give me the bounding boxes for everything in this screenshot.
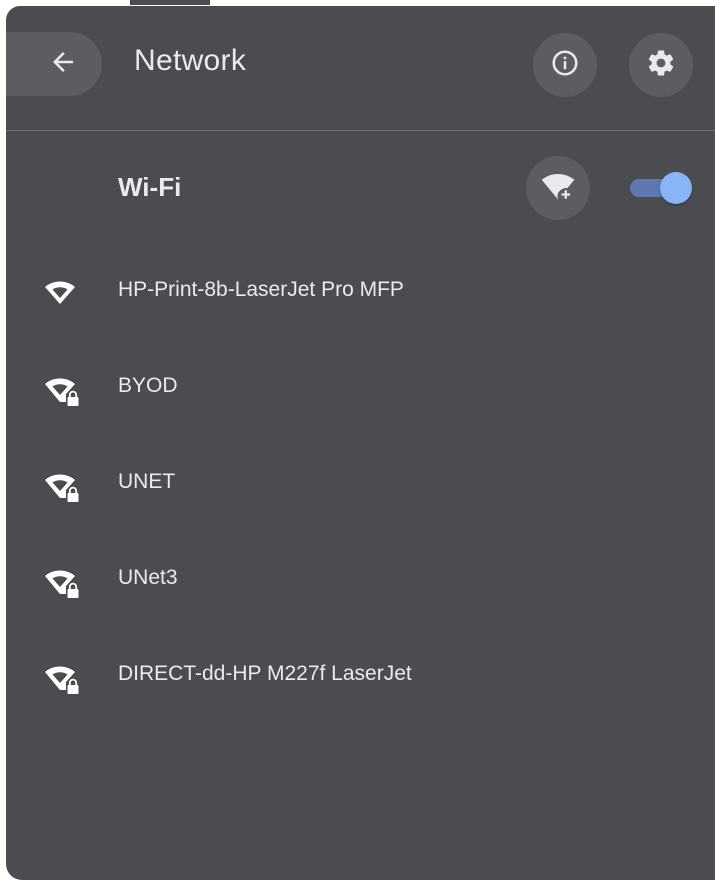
add-wifi-icon — [541, 169, 575, 208]
wifi-lock-icon — [44, 468, 84, 506]
back-button[interactable] — [6, 32, 102, 96]
network-list-item[interactable]: UNET — [6, 436, 715, 532]
network-list-item[interactable]: DIRECT-dd-HP M227f LaserJet — [6, 628, 715, 724]
network-list-item[interactable]: UNet3 — [6, 532, 715, 628]
network-list: HP-Print-8b-LaserJet Pro MFP BYOD UNET U… — [6, 244, 715, 724]
network-name: BYOD — [118, 374, 178, 397]
settings-button[interactable] — [629, 33, 693, 97]
wifi-toggle[interactable] — [630, 172, 692, 204]
network-list-item[interactable]: HP-Print-8b-LaserJet Pro MFP — [6, 244, 715, 340]
wifi-lock-icon — [44, 564, 84, 602]
network-list-item[interactable]: BYOD — [6, 340, 715, 436]
toggle-knob — [660, 172, 692, 204]
network-panel: Network Wi-Fi HP-Print-8b-LaserJet Pro M… — [6, 6, 715, 880]
network-name: UNET — [118, 470, 176, 493]
wifi-toggle-row: Wi-Fi — [6, 154, 715, 222]
add-wifi-button[interactable] — [526, 156, 590, 220]
gear-icon — [646, 48, 676, 83]
info-icon — [550, 48, 580, 83]
wifi-lock-icon — [44, 660, 84, 698]
network-name: DIRECT-dd-HP M227f LaserJet — [118, 662, 412, 685]
wifi-label: Wi-Fi — [118, 172, 182, 202]
wifi-icon — [44, 276, 84, 314]
arrow-back-icon — [24, 47, 78, 82]
info-button[interactable] — [533, 33, 597, 97]
wifi-lock-icon — [44, 372, 84, 410]
network-name: UNet3 — [118, 566, 178, 589]
network-name: HP-Print-8b-LaserJet Pro MFP — [118, 278, 404, 301]
window-edge-fragment — [130, 0, 210, 5]
page-title: Network — [134, 44, 247, 77]
panel-header: Network — [6, 6, 715, 131]
